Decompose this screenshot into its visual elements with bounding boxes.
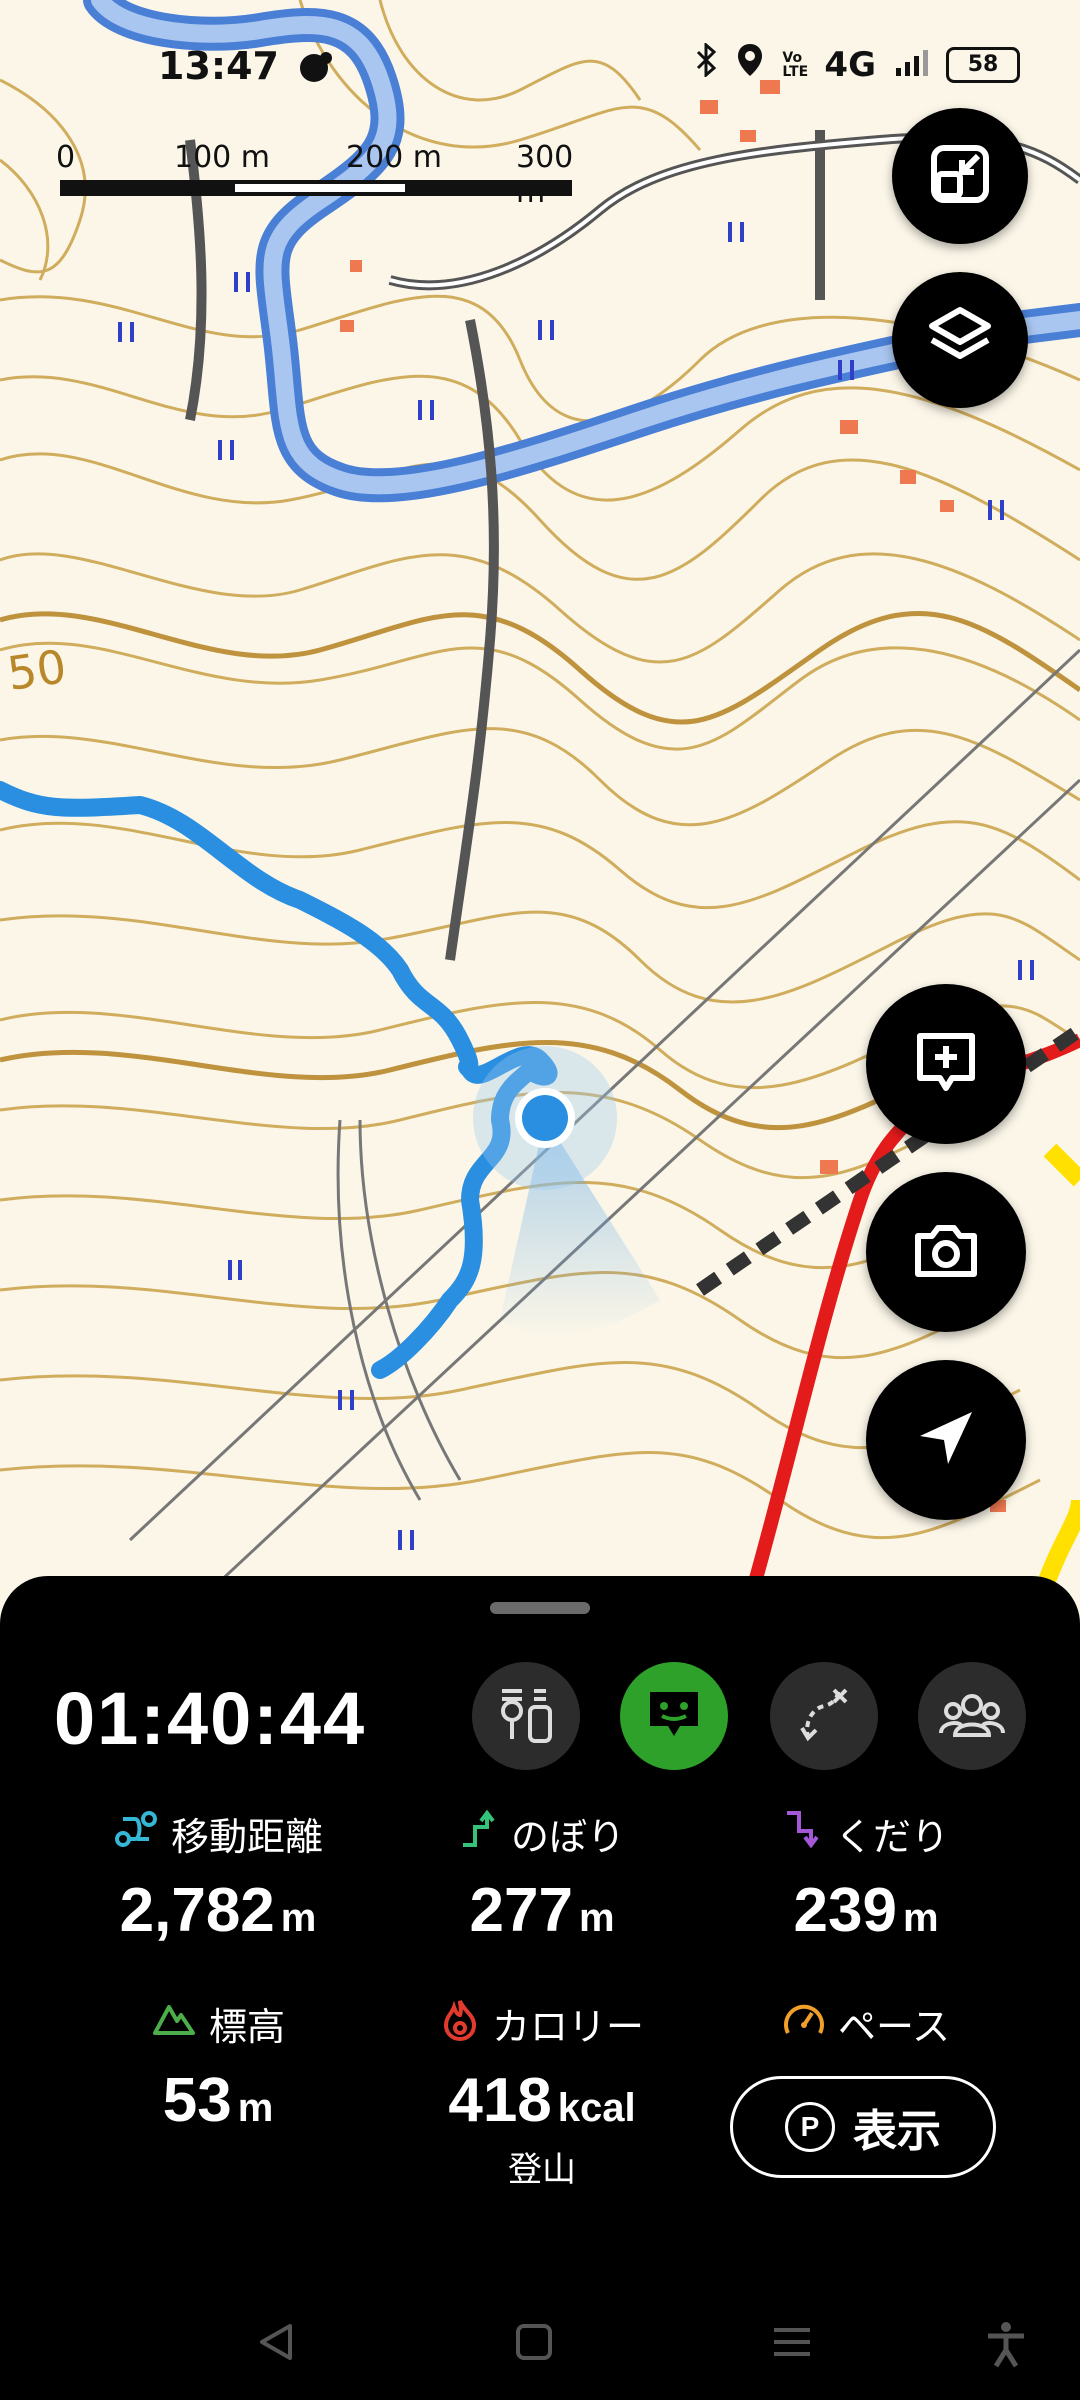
altitude-value: 53 <box>162 2066 232 2135</box>
descent-label: くだり <box>834 1815 949 1859</box>
battery-icon: 58 <box>946 46 1020 83</box>
distance-label: 移動距離 <box>170 1815 323 1859</box>
descent-unit: m <box>902 1896 939 1940</box>
ascent-icon <box>459 1809 499 1858</box>
calorie-label: カロリー <box>491 2005 644 2049</box>
calorie-unit: kcal <box>557 2086 636 2130</box>
pace-show-label: 表示 <box>853 2106 941 2157</box>
flame-icon <box>440 1997 480 2050</box>
elapsed-timer: 01:40:44 <box>54 1677 367 1760</box>
scale-label-300: 300 m <box>516 140 574 210</box>
pace-show-button[interactable]: P 表示 <box>730 2076 996 2178</box>
recents-icon[interactable] <box>770 2320 814 2368</box>
parking-badge-icon: P <box>785 2102 835 2152</box>
add-memo-button[interactable] <box>866 984 1026 1144</box>
panel-drag-handle[interactable] <box>490 1602 590 1614</box>
camera-button[interactable] <box>866 1172 1026 1332</box>
current-location-button[interactable] <box>866 1360 1026 1520</box>
route-off-icon <box>794 1684 854 1748</box>
system-nav-bar <box>0 2290 1080 2400</box>
gear-status-button[interactable] <box>472 1662 580 1770</box>
calorie-value: 418 <box>448 2066 552 2135</box>
map-scale-bar: 0 100 m 200 m 300 m <box>56 140 576 210</box>
mountain-icon <box>151 2001 197 2046</box>
distance-value: 2,782 <box>119 1876 275 1945</box>
descent-value: 239 <box>793 1876 897 1945</box>
altitude-unit: m <box>237 2086 274 2130</box>
layers-icon <box>926 304 994 376</box>
collapse-map-button[interactable] <box>892 108 1028 244</box>
notification-icon <box>298 50 334 82</box>
route-off-button[interactable] <box>770 1662 878 1770</box>
altitude-stat: 標高 53 m <box>48 1996 388 2136</box>
calorie-stat: カロリー 418 kcal 登山 <box>372 1996 712 2191</box>
topo-map[interactable]: 50 <box>0 0 1080 1600</box>
collapse-icon <box>928 142 992 210</box>
ascent-unit: m <box>578 1896 615 1940</box>
activity-panel: 01:40:44 移動距離 2,782 m のぼり 277 m くだり 239 … <box>0 1576 1080 2400</box>
network-type: 4G <box>824 44 876 85</box>
ascent-value: 277 <box>469 1876 573 1945</box>
ascent-stat: のぼり 277 m <box>372 1806 712 1946</box>
altitude-label: 標高 <box>208 2005 285 2049</box>
back-icon[interactable] <box>254 2320 298 2368</box>
gear-status-icon <box>496 1681 556 1751</box>
group-button[interactable] <box>918 1662 1026 1770</box>
group-icon <box>939 1689 1005 1743</box>
pace-stat: ペース <box>696 1996 1036 2051</box>
status-bar: 13:47 Vo LTE 4G 58 <box>0 0 1080 140</box>
signal-icon <box>894 45 928 85</box>
add-memo-icon <box>912 1028 980 1100</box>
distance-unit: m <box>280 1896 317 1940</box>
accessibility-icon[interactable] <box>984 2320 1028 2372</box>
chat-status-button[interactable] <box>620 1662 728 1770</box>
route-icon <box>113 1809 159 1858</box>
status-time: 13:47 <box>158 44 279 88</box>
status-icons: Vo LTE 4G 58 <box>694 41 1020 87</box>
scale-label-100: 100 m <box>174 140 271 175</box>
distance-stat: 移動距離 2,782 m <box>48 1806 388 1946</box>
descent-icon <box>783 1809 823 1858</box>
volte-icon: Vo LTE <box>782 49 809 80</box>
chat-bubble-icon <box>644 1684 704 1748</box>
home-icon[interactable] <box>512 2320 556 2368</box>
location-icon <box>736 42 764 87</box>
scale-label-0: 0 <box>56 140 76 175</box>
pace-label: ペース <box>837 2005 951 2049</box>
bluetooth-icon <box>694 41 718 86</box>
scale-label-200: 200 m <box>346 140 443 175</box>
navigation-arrow-icon <box>914 1406 978 1474</box>
speedometer-icon <box>782 1999 826 2048</box>
map-layers-button[interactable] <box>892 272 1028 408</box>
descent-stat: くだり 239 m <box>696 1806 1036 1946</box>
calorie-activity-type: 登山 <box>508 2150 576 2190</box>
contour-label: 50 <box>4 639 69 701</box>
ascent-label: のぼり <box>510 1815 625 1859</box>
camera-icon <box>912 1220 980 1284</box>
